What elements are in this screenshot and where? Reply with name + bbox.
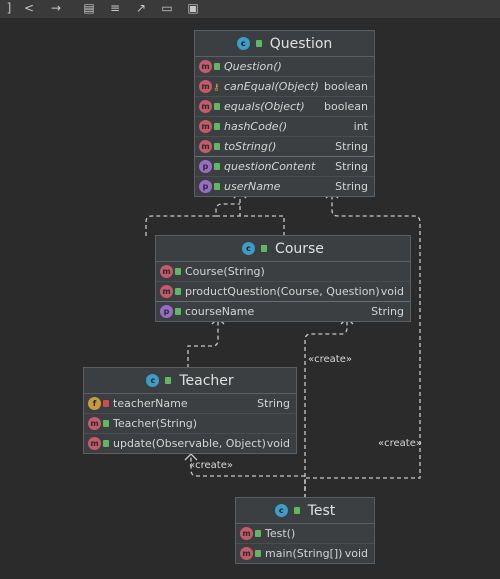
method-icon: m <box>199 60 212 73</box>
member-name: teacherName <box>113 397 188 410</box>
member-name: questionContent <box>224 160 316 173</box>
member-name: update(Observable, Object) <box>113 437 266 450</box>
method-icon: m <box>88 437 101 450</box>
member-row[interactable]: m Teacher(String) <box>84 414 296 434</box>
class-title: Question <box>269 35 333 52</box>
class-header: c Teacher <box>84 368 296 394</box>
member-name: Course(String) <box>185 265 265 278</box>
public-icon <box>214 183 220 190</box>
member-row[interactable]: m productQuestion(Course, Question) void <box>156 282 410 302</box>
class-header: c Test <box>236 498 374 524</box>
property-icon: p <box>199 160 212 173</box>
method-icon: m <box>199 100 212 113</box>
public-icon <box>175 308 181 315</box>
member-row[interactable]: p questionContent String <box>195 157 374 177</box>
create-label-course: «create» <box>308 354 352 365</box>
method-icon: m <box>160 265 173 278</box>
method-icon: m <box>88 417 101 430</box>
member-name: productQuestion(Course, Question) <box>185 285 380 298</box>
public-icon <box>175 288 181 295</box>
class-title: Teacher <box>179 372 234 389</box>
member-name: Question() <box>224 60 282 73</box>
class-icon: c <box>274 504 288 517</box>
member-name: Test() <box>265 527 296 540</box>
public-icon <box>214 123 220 130</box>
public-icon <box>175 268 181 275</box>
member-row[interactable]: p userName String <box>195 177 374 196</box>
member-name: canEqual(Object) <box>224 80 319 93</box>
method-icon: m <box>199 120 212 133</box>
member-name: hashCode() <box>224 120 288 133</box>
public-icon <box>261 245 268 252</box>
class-node-course[interactable]: c Course m Course(String) m productQuestion… <box>155 235 411 322</box>
class-node-question[interactable]: c Question m Question() m ⚷ canEqual(Object)… <box>194 30 375 197</box>
member-name: toString() <box>224 140 277 153</box>
member-row[interactable]: f teacherName String <box>84 394 296 414</box>
class-title: Course <box>275 240 324 257</box>
member-type: String <box>371 305 404 318</box>
public-icon <box>103 420 109 427</box>
public-icon <box>255 530 261 537</box>
member-row[interactable]: m hashCode() int <box>195 117 374 137</box>
public-icon <box>214 163 220 170</box>
class-header: c Course <box>156 236 410 262</box>
member-type: boolean <box>324 80 368 93</box>
class-header: c Question <box>195 31 374 57</box>
member-row[interactable]: m update(Observable, Object) void <box>84 434 296 453</box>
public-icon <box>255 40 262 47</box>
public-icon <box>214 103 220 110</box>
member-type: boolean <box>324 100 368 113</box>
public-icon <box>103 440 109 447</box>
member-type: void <box>344 547 368 560</box>
create-label-teacher: «create» <box>189 460 233 471</box>
member-row[interactable]: p courseName String <box>156 302 410 321</box>
member-name: equals(Object) <box>224 100 305 113</box>
public-icon <box>293 507 300 514</box>
edge-test-course <box>304 318 348 498</box>
method-icon: m <box>240 527 253 540</box>
field-icon: f <box>88 397 101 410</box>
member-row[interactable]: m equals(Object) boolean <box>195 97 374 117</box>
edge-teacher-course <box>187 318 219 368</box>
class-icon: c <box>242 242 256 255</box>
public-icon <box>214 63 220 70</box>
class-icon: c <box>146 374 160 387</box>
member-type: String <box>335 180 368 193</box>
member-type: String <box>257 397 290 410</box>
member-row[interactable]: m main(String[]) void <box>236 544 374 563</box>
class-title: Test <box>307 502 336 519</box>
member-row[interactable]: m Test() <box>236 524 374 544</box>
member-name: userName <box>224 180 281 193</box>
member-name: Teacher(String) <box>113 417 198 430</box>
create-label-question: «create» <box>378 438 422 449</box>
member-type: String <box>335 160 368 173</box>
member-type: String <box>335 140 368 153</box>
class-node-test[interactable]: c Test m Test() m main(String[]) void <box>235 497 375 564</box>
method-icon: m <box>199 80 212 93</box>
method-icon: m <box>160 285 173 298</box>
edge-course-question <box>145 192 285 236</box>
public-icon <box>214 143 220 150</box>
member-name: courseName <box>185 305 255 318</box>
method-icon: m <box>240 547 253 560</box>
member-type: void <box>266 437 290 450</box>
member-type: void <box>380 285 404 298</box>
class-icon: c <box>236 37 250 50</box>
property-icon: p <box>199 180 212 193</box>
member-row[interactable]: m toString() String <box>195 137 374 157</box>
member-row[interactable]: m Course(String) <box>156 262 410 282</box>
member-row[interactable]: m Question() <box>195 57 374 77</box>
public-icon <box>255 550 261 557</box>
class-node-teacher[interactable]: c Teacher f teacherName String m Teacher(Str… <box>83 367 297 454</box>
property-icon: p <box>160 305 173 318</box>
member-type: int <box>353 120 368 133</box>
public-icon <box>165 377 172 384</box>
member-name: main(String[]) <box>265 547 343 560</box>
method-icon: m <box>199 140 212 153</box>
member-row[interactable]: m ⚷ canEqual(Object) boolean <box>195 77 374 97</box>
protected-icon: ⚷ <box>213 83 220 93</box>
private-icon <box>103 400 109 407</box>
